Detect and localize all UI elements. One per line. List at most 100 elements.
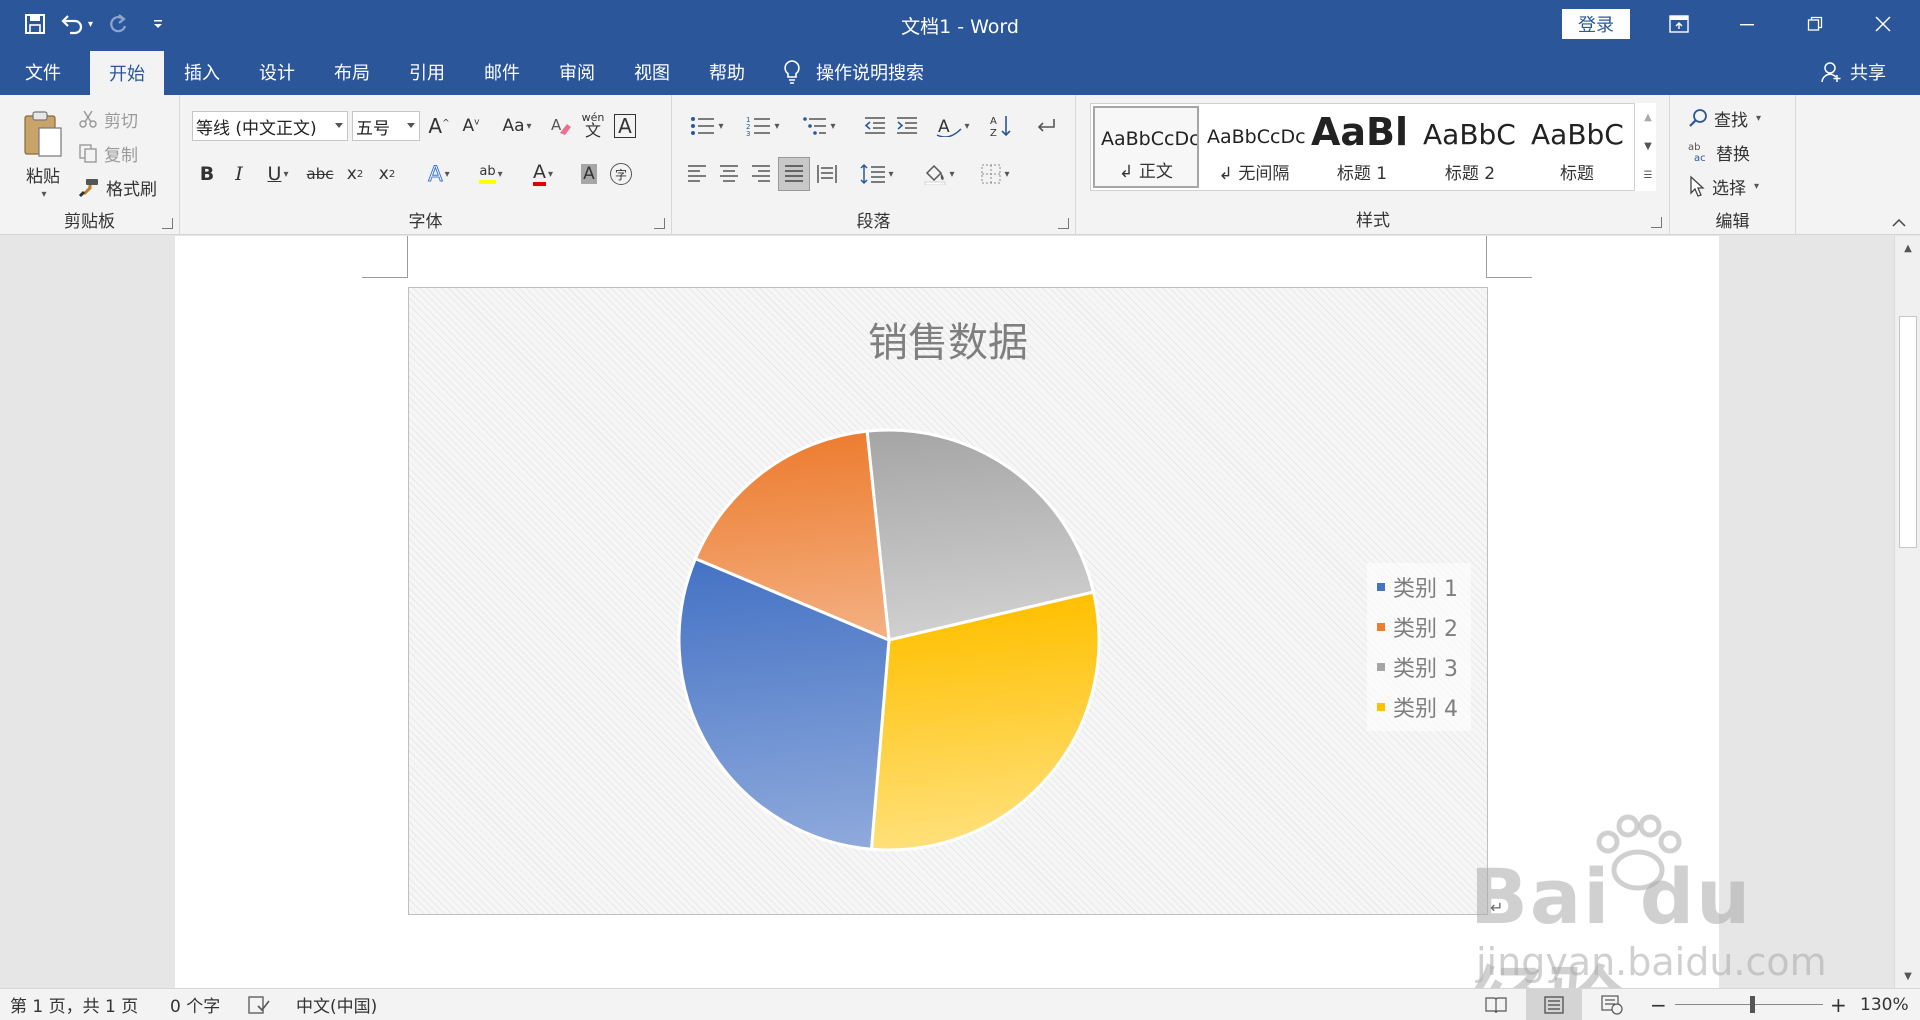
paste-button[interactable]: 粘贴 ▾	[14, 103, 72, 207]
legend-item[interactable]: 类别 4	[1377, 691, 1458, 723]
style-heading-2[interactable]: AaBbC 标题 2	[1417, 106, 1523, 188]
multilevel-list-button[interactable]: ▾	[794, 111, 844, 141]
style-title[interactable]: AaBbC 标题	[1525, 106, 1629, 188]
chart-legend[interactable]: 类别 1 类别 2 类别 3 类别 4	[1367, 563, 1471, 731]
clipboard-group: 粘贴 ▾ 剪切 复制 格式刷 剪贴板	[0, 95, 180, 235]
numbering-button[interactable]: 123 ▾	[738, 111, 788, 141]
cut-button[interactable]: 剪切	[78, 105, 138, 133]
word-count[interactable]: 0 个字	[170, 989, 220, 1020]
page-count[interactable]: 第 1 页，共 1 页	[10, 989, 138, 1020]
tab-review[interactable]: 审阅	[540, 48, 614, 95]
style-heading-1[interactable]: AaBl 标题 1	[1309, 106, 1415, 188]
minimize-button[interactable]	[1714, 0, 1780, 48]
underline-button[interactable]: U ▾	[256, 159, 300, 189]
enclose-characters-button[interactable]: 字	[606, 159, 636, 189]
style-normal[interactable]: AaBbCcDc ↲ 正文	[1093, 106, 1199, 188]
scroll-down-button[interactable]: ▼	[1895, 964, 1920, 988]
close-button[interactable]	[1850, 0, 1916, 48]
language-status[interactable]: 中文(中国)	[296, 989, 377, 1020]
align-left-button[interactable]	[682, 159, 712, 189]
justify-button[interactable]	[778, 157, 810, 191]
gallery-up-button[interactable]: ▲	[1635, 103, 1661, 131]
zoom-out-button[interactable]: −	[1650, 989, 1667, 1020]
vertical-scrollbar[interactable]: ▲ ▼	[1894, 236, 1920, 988]
read-mode-button[interactable]	[1468, 989, 1524, 1020]
tab-home[interactable]: 开始	[90, 51, 164, 95]
legend-item[interactable]: 类别 1	[1377, 571, 1458, 603]
paragraph-launcher-icon[interactable]	[1058, 218, 1069, 229]
scroll-up-button[interactable]: ▲	[1895, 236, 1920, 260]
styles-launcher-icon[interactable]	[1651, 217, 1662, 228]
legend-item[interactable]: 类别 3	[1377, 651, 1458, 683]
zoom-in-button[interactable]: +	[1830, 989, 1847, 1020]
style-no-spacing[interactable]: AaBbCcDc ↲ 无间隔	[1201, 106, 1307, 188]
character-border-button[interactable]: A	[610, 111, 640, 141]
increase-indent-button[interactable]	[892, 111, 922, 141]
decrease-indent-button[interactable]	[860, 111, 890, 141]
borders-button[interactable]: ▾	[970, 159, 1020, 189]
strikethrough-button[interactable]: abc	[302, 159, 338, 189]
redo-button[interactable]	[103, 8, 133, 40]
save-button[interactable]	[20, 8, 50, 40]
tab-layout[interactable]: 布局	[316, 48, 388, 95]
undo-button[interactable]: ▾	[60, 8, 93, 40]
gallery-more-button[interactable]: ☰	[1635, 161, 1661, 189]
font-launcher-icon[interactable]	[654, 218, 665, 229]
font-size-combo[interactable]: 五号	[352, 111, 420, 141]
scroll-thumb[interactable]	[1899, 316, 1917, 548]
tab-mailings[interactable]: 邮件	[466, 48, 538, 95]
chart-area[interactable]: 销售数据 类别 1 类别 2 类别 3 类别 4	[408, 287, 1488, 915]
bold-button[interactable]: B	[192, 159, 222, 189]
format-painter-button[interactable]: 格式刷	[78, 173, 157, 201]
subscript-button[interactable]: x2	[340, 159, 370, 189]
zoom-level[interactable]: 130%	[1860, 989, 1909, 1020]
font-color-button[interactable]: A ▾	[520, 159, 566, 189]
clipboard-launcher-icon[interactable]	[162, 218, 173, 229]
sort-button[interactable]: AZ	[986, 111, 1016, 141]
share-button[interactable]: 共享	[1820, 48, 1886, 95]
tab-file[interactable]: 文件	[8, 48, 78, 95]
italic-button[interactable]: I	[224, 159, 254, 189]
grow-font-button[interactable]: A^	[424, 111, 454, 141]
show-marks-button[interactable]	[1030, 111, 1060, 141]
restore-button[interactable]	[1782, 0, 1848, 48]
print-layout-button[interactable]	[1526, 989, 1582, 1020]
tab-references[interactable]: 引用	[390, 48, 464, 95]
change-case-button[interactable]: Aa ▾	[494, 111, 540, 141]
zoom-slider-track[interactable]	[1675, 1004, 1823, 1005]
phonetic-guide-button[interactable]: wén 文	[578, 107, 608, 143]
highlight-button[interactable]: ab ▾	[468, 159, 514, 189]
tab-design[interactable]: 设计	[240, 48, 314, 95]
svg-text:Z: Z	[990, 128, 997, 138]
copy-button[interactable]: 复制	[78, 139, 138, 167]
zoom-slider-thumb[interactable]	[1750, 996, 1755, 1013]
gallery-down-button[interactable]: ▼	[1635, 132, 1661, 160]
chinese-layout-button[interactable]: A ▾	[928, 111, 978, 141]
distributed-button[interactable]	[812, 159, 842, 189]
tab-insert[interactable]: 插入	[166, 48, 238, 95]
align-center-button[interactable]	[714, 159, 744, 189]
customize-qat-button[interactable]	[143, 8, 173, 40]
login-button[interactable]: 登录	[1562, 9, 1630, 39]
clear-formatting-button[interactable]: A	[546, 111, 576, 141]
tab-view[interactable]: 视图	[616, 48, 688, 95]
align-right-button[interactable]	[746, 159, 776, 189]
proofing-status[interactable]	[248, 989, 270, 1020]
legend-item[interactable]: 类别 2	[1377, 611, 1458, 643]
superscript-button[interactable]: x2	[372, 159, 402, 189]
font-name-combo[interactable]: 等线 (中文正文)	[192, 111, 348, 141]
tell-me-search[interactable]: 操作说明搜索	[782, 48, 924, 95]
line-spacing-button[interactable]: ▾	[852, 159, 902, 189]
character-shading-button[interactable]: A	[574, 159, 604, 189]
web-layout-button[interactable]	[1584, 989, 1640, 1020]
collapse-ribbon-button[interactable]	[1886, 213, 1912, 233]
find-button[interactable]: 查找 ▾	[1688, 103, 1761, 133]
bullets-button[interactable]: ▾	[682, 111, 732, 141]
select-button[interactable]: 选择 ▾	[1688, 171, 1759, 201]
text-effects-button[interactable]: A ▾	[416, 159, 462, 189]
shading-button[interactable]: ▾	[914, 159, 964, 189]
replace-button[interactable]: ab ac 替换	[1688, 137, 1750, 167]
shrink-font-button[interactable]: Av	[456, 111, 486, 141]
tab-help[interactable]: 帮助	[690, 48, 764, 95]
ribbon-display-options-button[interactable]	[1646, 0, 1712, 48]
